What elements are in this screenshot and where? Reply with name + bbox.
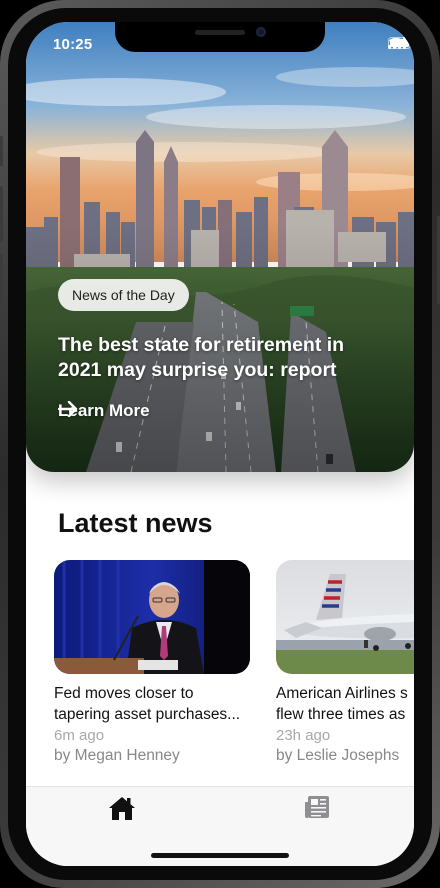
- latest-news-carousel[interactable]: Fed moves closer to tapering asset purch…: [54, 560, 414, 765]
- volume-up-button: [0, 186, 3, 242]
- silent-switch: [0, 136, 3, 166]
- news-of-the-day-tag: News of the Day: [58, 279, 189, 311]
- newspaper-icon: [304, 796, 330, 823]
- news-card[interactable]: America American Airlines s flew three t…: [276, 560, 414, 765]
- notch: [115, 22, 325, 52]
- news-thumbnail: America: [276, 560, 414, 674]
- news-headline-line-2: tapering asset purchases...: [54, 706, 241, 723]
- hero-card[interactable]: 10:25 News of the Day The best state for…: [26, 22, 414, 472]
- news-headline: American Airlines s flew three times as: [276, 683, 414, 725]
- news-time: 6m ago: [54, 727, 105, 744]
- tab-home[interactable]: [108, 795, 138, 825]
- news-headline: Fed moves closer to tapering asset purch…: [54, 683, 250, 725]
- screen: 10:25 News of the Day The best state for…: [26, 22, 414, 866]
- news-headline-line-1: Fed moves closer to: [54, 685, 194, 702]
- front-camera: [256, 27, 266, 37]
- news-card[interactable]: Fed moves closer to tapering asset purch…: [54, 560, 250, 765]
- tab-newspaper[interactable]: [304, 795, 334, 825]
- news-headline-line-1: American Airlines s: [276, 685, 408, 702]
- news-headline-line-2: flew three times as: [276, 706, 406, 723]
- news-author: by Megan Henney: [54, 747, 180, 764]
- learn-more-button[interactable]: Learn More: [58, 401, 158, 421]
- news-thumbnail: [54, 560, 250, 674]
- hero-title-line-1: The best state for retirement in: [58, 334, 345, 356]
- status-time: 10:25: [53, 36, 93, 53]
- hero-title-line-2: 2021 may surprise you: report: [58, 359, 337, 381]
- speaker: [195, 30, 245, 35]
- news-time: 23h ago: [276, 727, 331, 744]
- news-author: by Leslie Josephs: [276, 747, 400, 764]
- home-indicator[interactable]: [151, 853, 289, 858]
- home-icon: [108, 797, 136, 825]
- latest-news-heading: Latest news: [58, 508, 213, 538]
- volume-down-button: [0, 254, 3, 310]
- hero-title[interactable]: The best state for retirement in 2021 ma…: [58, 333, 388, 383]
